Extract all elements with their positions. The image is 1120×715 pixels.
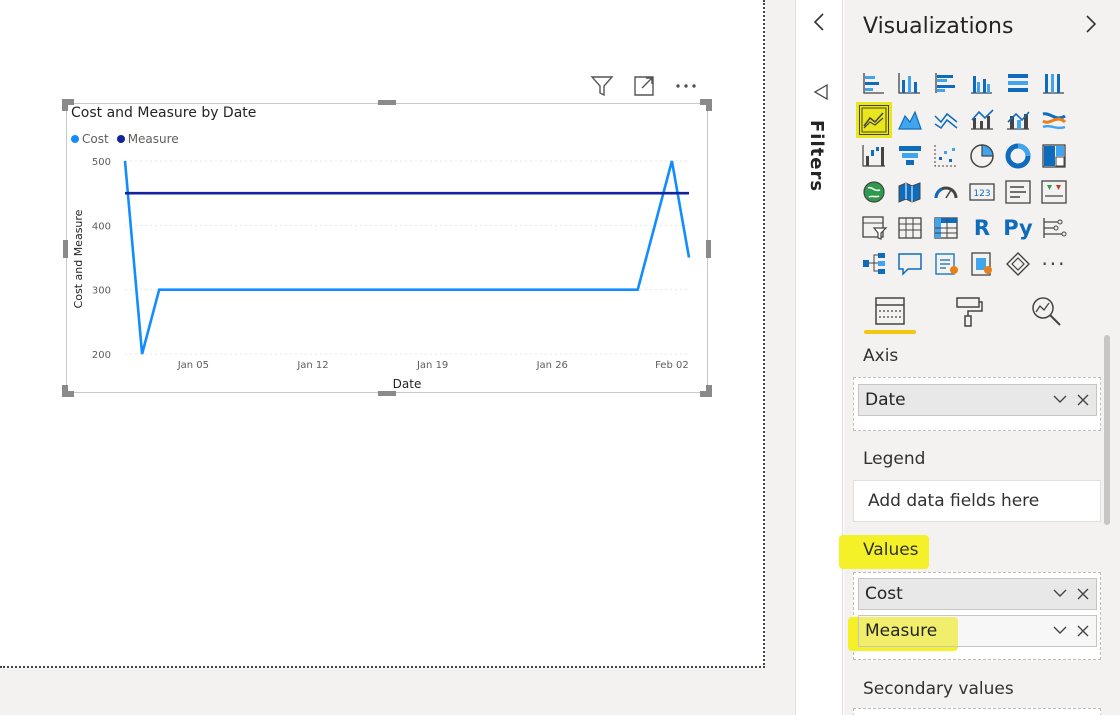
line-clustered-column-icon[interactable] — [964, 102, 1000, 138]
map-icon[interactable] — [856, 174, 892, 210]
visualizations-title: Visualizations — [863, 14, 1014, 39]
close-icon[interactable] — [1076, 586, 1090, 606]
card-icon[interactable]: 123 — [964, 174, 1000, 210]
paginated-report-icon[interactable] — [964, 246, 1000, 282]
legend-well[interactable]: Add data fields here — [853, 480, 1101, 522]
filter-funnel-icon[interactable] — [810, 82, 830, 106]
pie-chart-icon[interactable] — [964, 138, 1000, 174]
legend-label: Legend — [863, 449, 926, 469]
format-tab[interactable] — [940, 288, 996, 336]
r-visual-label: R — [973, 216, 991, 240]
more-visuals-icon[interactable]: ··· — [1036, 246, 1072, 282]
analytics-magnifier-icon — [1032, 297, 1061, 326]
secondary-values-well[interactable] — [853, 708, 1101, 715]
slicer-icon[interactable] — [856, 210, 892, 246]
x-tick-label: Jan 19 — [416, 360, 448, 371]
close-icon[interactable] — [1076, 392, 1090, 412]
format-paint-roller-icon — [956, 297, 983, 327]
more-options-icon[interactable] — [672, 72, 700, 100]
donut-chart-icon[interactable] — [1000, 138, 1036, 174]
values-label: Values — [863, 540, 919, 560]
stacked-bar-chart-icon[interactable] — [856, 66, 892, 102]
clustered-bar-chart-icon[interactable] — [928, 66, 964, 102]
stacked-area-chart-icon[interactable] — [928, 102, 964, 138]
line-chart-visual[interactable]: Cost and Measure by Date Cost Measure 20… — [62, 99, 712, 397]
visual-type-gallery: 123 R Py ··· — [856, 66, 1072, 282]
scatter-chart-icon[interactable] — [928, 138, 964, 174]
y-axis-title: Cost and Measure — [72, 209, 85, 308]
qa-icon[interactable] — [892, 246, 928, 282]
stacked-column-chart-icon[interactable] — [892, 66, 928, 102]
fields-tab[interactable] — [862, 288, 918, 336]
line-stacked-column-icon[interactable] — [1000, 102, 1036, 138]
report-canvas: Cost and Measure by Date Cost Measure 20… — [0, 0, 795, 715]
area-chart-icon[interactable] — [892, 102, 928, 138]
values-field-cost[interactable]: Cost — [858, 578, 1097, 610]
100-percent-column-chart-icon[interactable] — [1036, 66, 1072, 102]
key-influencers-icon[interactable] — [1036, 210, 1072, 246]
filled-map-icon[interactable] — [892, 174, 928, 210]
y-tick-label: 500 — [92, 157, 111, 168]
funnel-chart-icon[interactable] — [892, 138, 928, 174]
filters-label[interactable]: Filters — [806, 120, 827, 192]
fields-tab-icon — [875, 297, 905, 325]
analytics-tab[interactable] — [1018, 288, 1074, 336]
y-tick-label: 400 — [92, 221, 111, 232]
more-visuals-label: ··· — [1041, 252, 1067, 276]
focus-mode-icon[interactable] — [630, 72, 658, 100]
decomposition-tree-icon[interactable] — [856, 246, 892, 282]
filter-icon[interactable] — [588, 72, 616, 100]
multi-row-card-icon[interactable] — [1000, 174, 1036, 210]
visual-header — [588, 72, 700, 100]
100-percent-bar-chart-icon[interactable] — [1000, 66, 1036, 102]
table-icon[interactable] — [892, 210, 928, 246]
secondary-values-label: Secondary values — [863, 679, 1014, 699]
series-line-cost — [123, 160, 691, 355]
filters-pane-collapsed: Filters — [795, 0, 843, 715]
x-tick-label: Jan 26 — [536, 360, 568, 371]
matrix-icon[interactable] — [928, 210, 964, 246]
chevron-down-icon[interactable] — [1052, 622, 1068, 643]
chevron-right-icon[interactable] — [1080, 12, 1102, 36]
x-axis-title: Date — [393, 377, 422, 391]
pane-scrollbar[interactable] — [1104, 335, 1110, 525]
pane-tabs — [862, 288, 1074, 336]
python-visual-label: Py — [1003, 216, 1033, 240]
y-tick-label: 300 — [92, 286, 111, 297]
waterfall-chart-icon[interactable] — [856, 138, 892, 174]
r-visual-icon[interactable]: R — [964, 210, 1000, 246]
values-field-cost-label: Cost — [865, 584, 903, 604]
legend-placeholder: Add data fields here — [868, 491, 1040, 511]
chart-plot: 200 300 400 500 Jan 05 Jan 12 Jan 19 Jan 26 Feb … — [72, 157, 691, 391]
gauge-icon[interactable] — [928, 174, 964, 210]
visualizations-pane: Visualizations 123 R Py ··· Axis Date Le… — [839, 0, 1120, 715]
axis-field-date[interactable]: Date — [858, 384, 1097, 416]
power-apps-icon[interactable] — [1000, 246, 1036, 282]
x-tick-label: Jan 05 — [177, 360, 209, 371]
treemap-icon[interactable] — [1036, 138, 1072, 174]
line-chart-icon[interactable] — [856, 102, 892, 138]
smart-narrative-icon[interactable] — [928, 246, 964, 282]
x-tick-label: Feb 02 — [655, 360, 689, 371]
y-tick-label: 200 — [92, 350, 111, 361]
python-visual-icon[interactable]: Py — [1000, 210, 1036, 246]
kpi-icon[interactable] — [1036, 174, 1072, 210]
clustered-column-chart-icon[interactable] — [964, 66, 1000, 102]
axis-well[interactable]: Date — [853, 377, 1101, 431]
close-icon[interactable] — [1076, 623, 1090, 643]
chevron-left-icon[interactable] — [808, 10, 832, 34]
chevron-down-icon[interactable] — [1052, 585, 1068, 606]
axis-field-date-label: Date — [865, 390, 906, 410]
values-field-measure-label: Measure — [865, 621, 938, 641]
axis-label: Axis — [863, 346, 899, 366]
values-well[interactable]: Cost Measure — [848, 572, 1101, 660]
chevron-down-icon[interactable] — [1052, 391, 1068, 412]
svg-text:123: 123 — [973, 189, 990, 199]
x-tick-label: Jan 12 — [296, 360, 328, 371]
values-field-measure[interactable]: Measure — [858, 615, 1097, 647]
page-tabs-bar — [0, 678, 795, 715]
ribbon-chart-icon[interactable] — [1036, 102, 1072, 138]
powerbi-window: Cost and Measure by Date Cost Measure 20… — [0, 0, 1120, 715]
